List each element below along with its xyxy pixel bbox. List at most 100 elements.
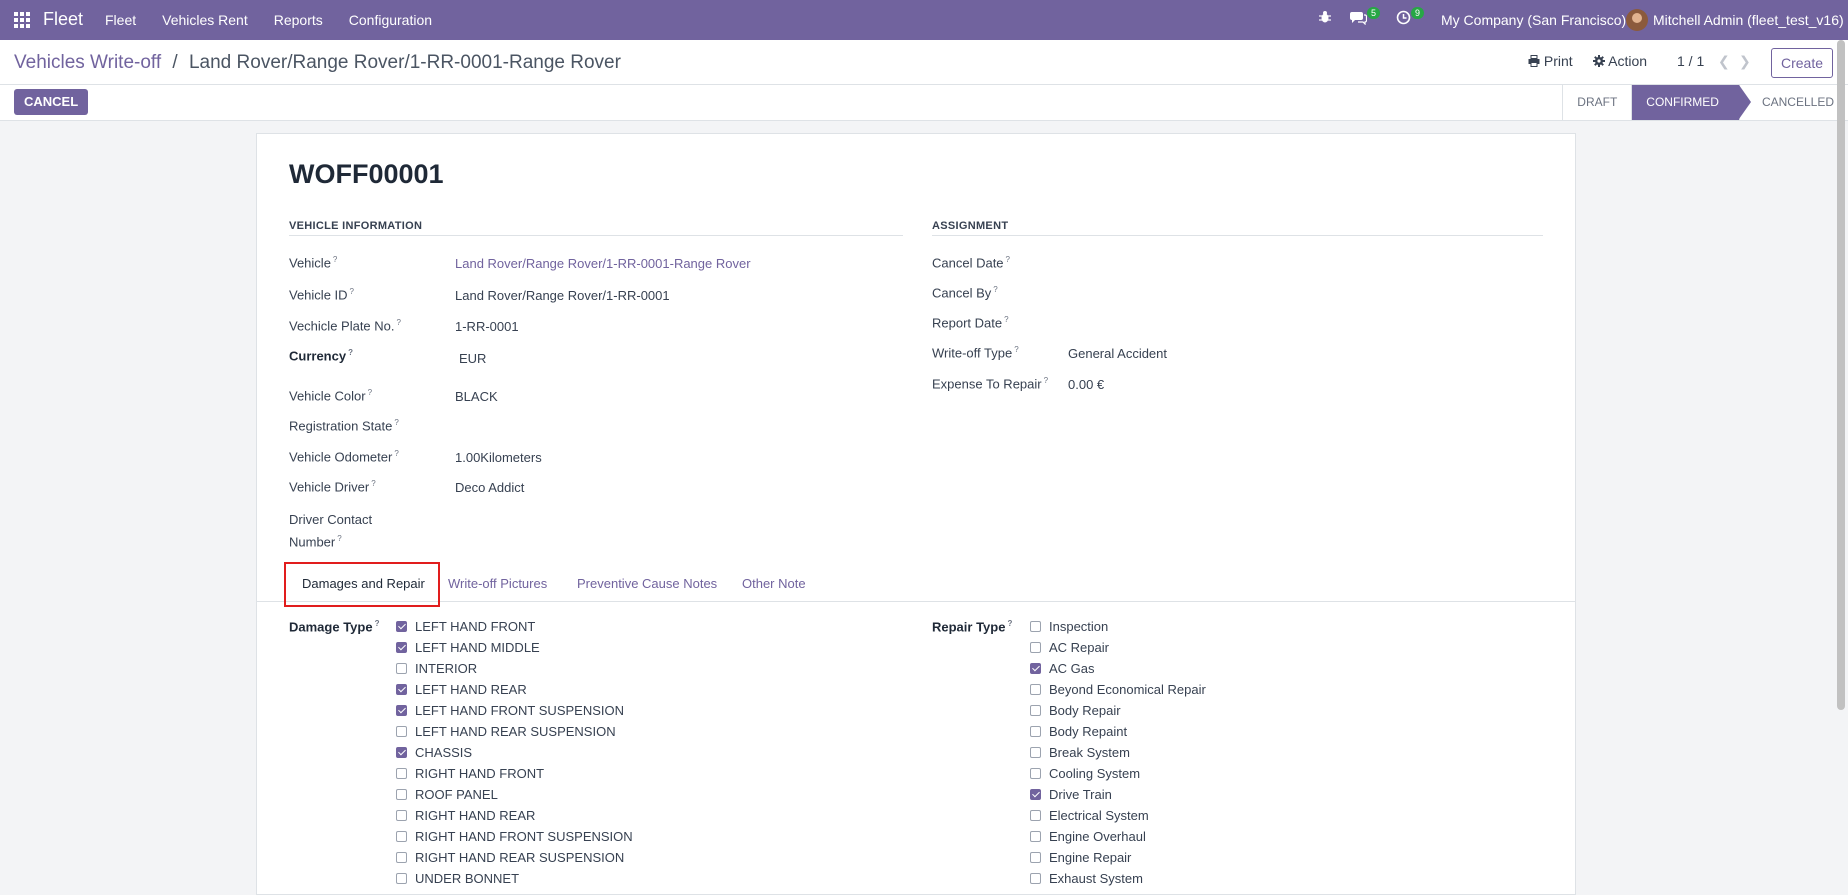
damage-option-left-hand-middle[interactable]: LEFT HAND MIDDLE (396, 640, 540, 655)
cancel-button[interactable]: CANCEL (14, 89, 89, 115)
tab-writeoff-pictures[interactable]: Write-off Pictures (448, 576, 547, 591)
page-scrollbar[interactable] (1837, 40, 1845, 710)
odometer-value[interactable]: 1.00Kilometers (455, 450, 542, 465)
tab-damages-and-repair[interactable]: Damages and Repair (302, 576, 425, 591)
checkbox-checked[interactable] (1030, 663, 1041, 674)
checkbox-unchecked[interactable] (396, 663, 407, 674)
company-switcher[interactable]: My Company (San Francisco) (1441, 12, 1626, 28)
damage-option-interior[interactable]: INTERIOR (396, 661, 477, 676)
print-icon (1528, 55, 1540, 67)
damage-option-left-hand-rear-suspension[interactable]: LEFT HAND REAR SUSPENSION (396, 724, 616, 739)
status-confirmed[interactable]: CONFIRMED (1631, 85, 1751, 120)
checkbox-checked[interactable] (396, 684, 407, 695)
repair-option-engine-overhaul[interactable]: Engine Overhaul (1030, 829, 1146, 844)
status-cancelled[interactable]: CANCELLED (1738, 85, 1848, 120)
pager-previous-icon[interactable]: ❮ (1718, 53, 1730, 70)
repair-option-inspection[interactable]: Inspection (1030, 619, 1108, 634)
checkbox-unchecked[interactable] (1030, 726, 1041, 737)
driver-value[interactable]: Deco Addict (455, 480, 524, 495)
checkbox-unchecked[interactable] (1030, 852, 1041, 863)
plate-no-value[interactable]: 1-RR-0001 (455, 319, 519, 334)
top-navbar: Fleet Fleet Vehicles Rent Reports Config… (0, 0, 1848, 40)
damage-option-under-bonnet[interactable]: UNDER BONNET (396, 871, 519, 886)
user-avatar[interactable] (1626, 9, 1648, 31)
menu-fleet[interactable]: Fleet (105, 12, 136, 28)
checkbox-unchecked[interactable] (1030, 873, 1041, 884)
checkbox-unchecked[interactable] (1030, 705, 1041, 716)
damage-option-left-hand-front-suspension[interactable]: LEFT HAND FRONT SUSPENSION (396, 703, 624, 718)
repair-option-exhaust-system[interactable]: Exhaust System (1030, 871, 1143, 886)
checkbox-unchecked[interactable] (1030, 621, 1041, 632)
damage-option-right-hand-rear-suspension[interactable]: RIGHT HAND REAR SUSPENSION (396, 850, 624, 865)
checkbox-unchecked[interactable] (1030, 831, 1041, 842)
checkbox-unchecked[interactable] (1030, 768, 1041, 779)
driver-contact-label: Driver Contact Number? (289, 512, 373, 550)
apps-menu-icon[interactable] (14, 12, 30, 28)
menu-vehicles-rent[interactable]: Vehicles Rent (162, 12, 248, 28)
repair-option-body-repaint[interactable]: Body Repaint (1030, 724, 1127, 739)
repair-option-ac-repair[interactable]: AC Repair (1030, 640, 1109, 655)
menu-configuration[interactable]: Configuration (349, 12, 432, 28)
expense-to-repair-value[interactable]: 0.00 € (1068, 377, 1104, 392)
checkbox-label: AC Gas (1049, 661, 1095, 676)
menu-reports[interactable]: Reports (274, 12, 323, 28)
checkbox-checked[interactable] (396, 621, 407, 632)
user-menu[interactable]: Mitchell Admin (fleet_test_v16) (1653, 12, 1844, 28)
repair-option-cooling-system[interactable]: Cooling System (1030, 766, 1140, 781)
create-button[interactable]: Create (1771, 48, 1833, 78)
assignment-divider (932, 235, 1543, 236)
vehicle-value[interactable]: Land Rover/Range Rover/1-RR-0001-Range R… (455, 256, 751, 271)
checkbox-unchecked[interactable] (396, 831, 407, 842)
breadcrumb-parent[interactable]: Vehicles Write-off (14, 52, 161, 73)
checkbox-checked[interactable] (396, 747, 407, 758)
checkbox-checked[interactable] (396, 642, 407, 653)
app-brand[interactable]: Fleet (43, 9, 83, 30)
checkbox-unchecked[interactable] (1030, 684, 1041, 695)
checkbox-unchecked[interactable] (1030, 642, 1041, 653)
action-button[interactable]: Action (1593, 53, 1647, 69)
checkbox-unchecked[interactable] (396, 768, 407, 779)
status-draft[interactable]: DRAFT (1562, 85, 1631, 120)
repair-option-break-system[interactable]: Break System (1030, 745, 1130, 760)
repair-option-engine-repair[interactable]: Engine Repair (1030, 850, 1131, 865)
checkbox-unchecked[interactable] (396, 726, 407, 737)
checkbox-unchecked[interactable] (1030, 810, 1041, 821)
pager-value[interactable]: 1 / 1 (1677, 53, 1704, 69)
checkbox-label: Drive Train (1049, 787, 1112, 802)
damage-option-left-hand-front[interactable]: LEFT HAND FRONT (396, 619, 535, 634)
checkbox-checked[interactable] (396, 705, 407, 716)
damage-option-chassis[interactable]: CHASSIS (396, 745, 472, 760)
checkbox-unchecked[interactable] (396, 873, 407, 884)
damage-option-roof-panel[interactable]: ROOF PANEL (396, 787, 498, 802)
checkbox-unchecked[interactable] (396, 789, 407, 800)
checkbox-label: ROOF PANEL (415, 787, 498, 802)
messages-icon[interactable]: 5 (1350, 7, 1381, 28)
currency-value[interactable]: EUR (459, 351, 486, 366)
damage-option-right-hand-front[interactable]: RIGHT HAND FRONT (396, 766, 544, 781)
debug-icon[interactable] (1318, 10, 1332, 27)
checkbox-label: RIGHT HAND REAR (415, 808, 536, 823)
repair-option-body-repair[interactable]: Body Repair (1030, 703, 1121, 718)
checkbox-checked[interactable] (1030, 789, 1041, 800)
damage-option-right-hand-front-suspension[interactable]: RIGHT HAND FRONT SUSPENSION (396, 829, 633, 844)
tab-other-note[interactable]: Other Note (742, 576, 806, 591)
damage-option-left-hand-rear[interactable]: LEFT HAND REAR (396, 682, 527, 697)
damage-option-right-hand-rear[interactable]: RIGHT HAND REAR (396, 808, 535, 823)
print-button[interactable]: Print (1528, 53, 1573, 69)
control-panel: Vehicles Write-off / Land Rover/Range Ro… (0, 40, 1848, 121)
repair-option-beyond-economical-repair[interactable]: Beyond Economical Repair (1030, 682, 1206, 697)
repair-option-ac-gas[interactable]: AC Gas (1030, 661, 1095, 676)
repair-option-electrical-system[interactable]: Electrical System (1030, 808, 1149, 823)
tab-preventive-cause-notes[interactable]: Preventive Cause Notes (577, 576, 717, 591)
checkbox-unchecked[interactable] (1030, 747, 1041, 758)
vehicle-id-value[interactable]: Land Rover/Range Rover/1-RR-0001 (455, 288, 670, 303)
vehicle-color-value[interactable]: BLACK (455, 389, 498, 404)
checkbox-unchecked[interactable] (396, 810, 407, 821)
pager-next-icon[interactable]: ❯ (1739, 53, 1751, 70)
activities-icon[interactable]: 9 (1396, 7, 1425, 28)
writeoff-type-value[interactable]: General Accident (1068, 346, 1167, 361)
record-name: WOFF00001 (289, 159, 444, 189)
activities-badge: 9 (1411, 7, 1425, 19)
repair-option-drive-train[interactable]: Drive Train (1030, 787, 1112, 802)
checkbox-unchecked[interactable] (396, 852, 407, 863)
